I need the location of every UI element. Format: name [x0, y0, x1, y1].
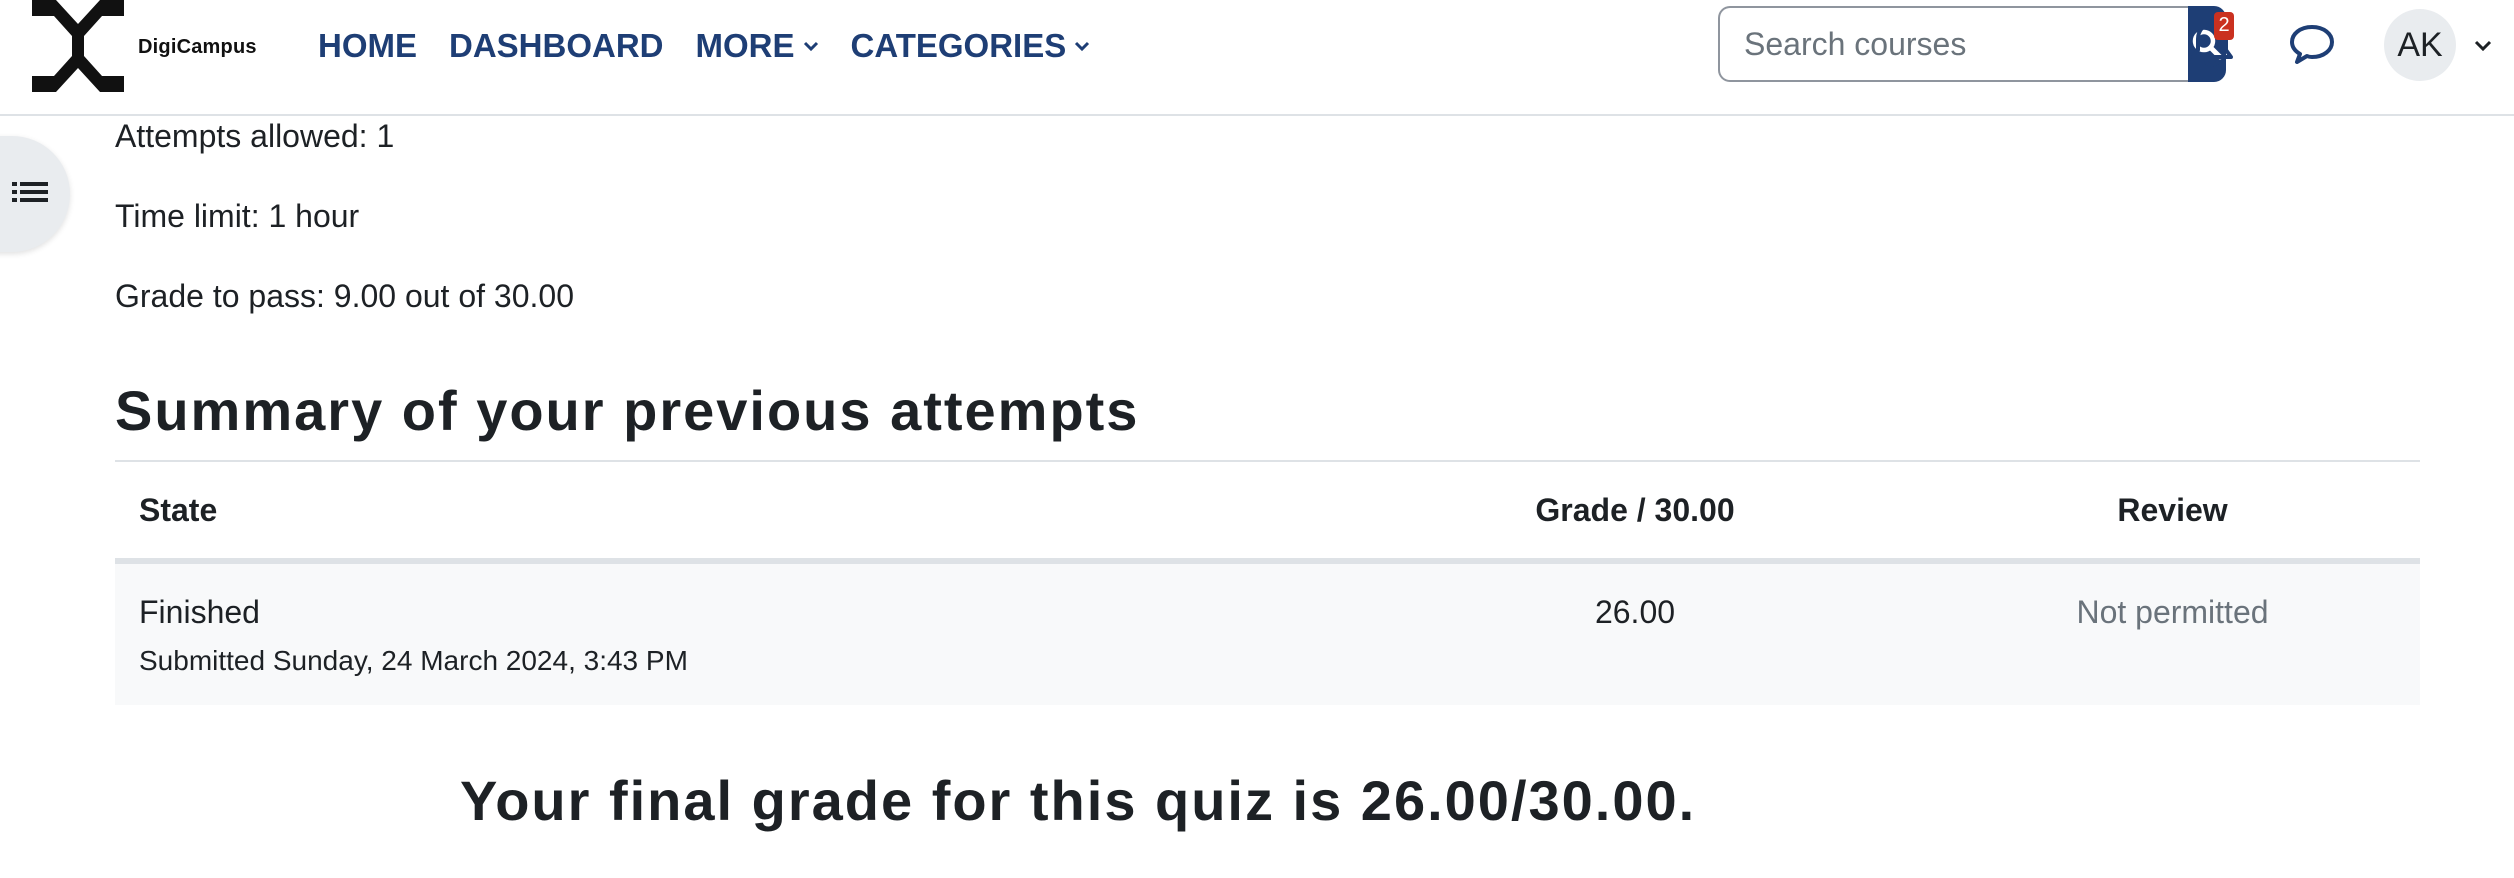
- column-header-review: Review: [1925, 460, 2420, 564]
- digicampus-logo-icon: [32, 0, 124, 92]
- search-input[interactable]: [1718, 6, 2188, 82]
- attempt-state: Finished: [139, 594, 260, 630]
- table-row: Finished Submitted Sunday, 24 March 2024…: [115, 561, 2420, 705]
- messages-button[interactable]: [2272, 4, 2352, 84]
- brand-link[interactable]: DigiCampus: [30, 0, 257, 94]
- attempts-allowed: Attempts allowed: 1: [115, 118, 395, 154]
- nav-home[interactable]: HOME: [318, 27, 417, 65]
- attempt-grade-cell: 26.00: [1345, 561, 1925, 705]
- attempt-state-cell: Finished Submitted Sunday, 24 March 2024…: [115, 561, 1345, 705]
- nav-more-label: MORE: [695, 27, 795, 64]
- chat-icon: [2290, 25, 2334, 64]
- nav-more-dropdown[interactable]: MORE: [696, 27, 819, 65]
- nav-dashboard[interactable]: DASHBOARD: [449, 27, 664, 65]
- course-index-icon: [12, 182, 48, 202]
- chevron-down-icon: [1075, 41, 1090, 52]
- grade-to-pass: Grade to pass: 9.00 out of 30.00: [115, 278, 574, 314]
- table-header-row: State Grade / 30.00 Review: [115, 460, 2420, 564]
- final-grade-heading: Your final grade for this quiz is 26.00/…: [460, 769, 1697, 832]
- attempt-review-status: Not permitted: [2076, 594, 2269, 630]
- course-index-toggle[interactable]: [0, 136, 70, 252]
- attempt-review-cell: Not permitted: [1925, 561, 2420, 705]
- nav-home-label: HOME: [318, 27, 417, 64]
- user-menu[interactable]: AK: [2384, 8, 2492, 82]
- column-header-state: State: [115, 460, 1345, 564]
- user-initials: AK: [2397, 25, 2443, 64]
- nav-dashboard-label: DASHBOARD: [449, 27, 664, 64]
- notification-count-badge: 2: [2214, 12, 2234, 40]
- nav-categories-label: CATEGORIES: [850, 27, 1067, 64]
- time-limit: Time limit: 1 hour: [115, 198, 360, 234]
- nav-categories-dropdown[interactable]: CATEGORIES: [851, 27, 1091, 65]
- chevron-down-icon: [2474, 40, 2492, 51]
- summary-heading: Summary of your previous attempts: [115, 379, 1140, 442]
- chevron-down-icon: [803, 41, 818, 52]
- attempts-table: State Grade / 30.00 Review Finished Subm…: [115, 460, 2420, 705]
- attempt-submitted-date: Submitted Sunday, 24 March 2024, 3:43 PM: [139, 645, 688, 676]
- attempt-grade: 26.00: [1594, 594, 1676, 630]
- course-search: [1718, 6, 2226, 82]
- primary-nav: HOME DASHBOARD MORE CATEGORIES: [318, 0, 1122, 92]
- navbar: DigiCampus HOME DASHBOARD MORE CATEGORIE…: [0, 0, 2514, 116]
- brand-name: DigiCampus: [138, 35, 257, 58]
- notifications-button[interactable]: 2: [2172, 4, 2252, 84]
- column-header-grade: Grade / 30.00: [1345, 460, 1925, 564]
- avatar: AK: [2384, 9, 2456, 81]
